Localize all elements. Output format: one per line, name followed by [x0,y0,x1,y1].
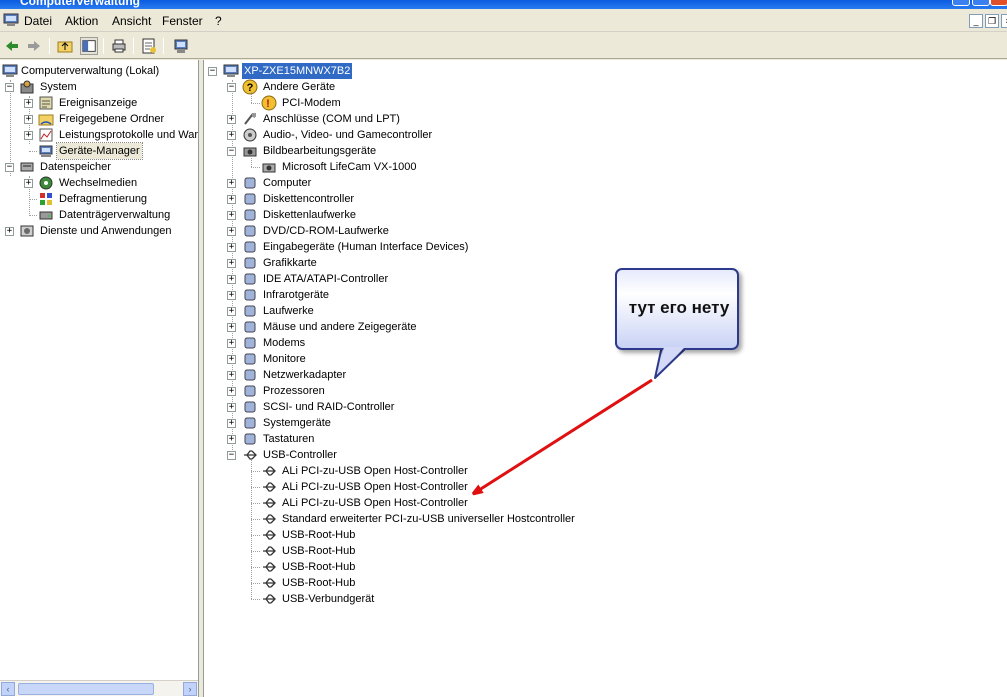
annotation-text: тут его нету [628,298,730,317]
annotation-arrow [0,345,689,697]
annotation-callout: тут его нету [615,268,739,350]
